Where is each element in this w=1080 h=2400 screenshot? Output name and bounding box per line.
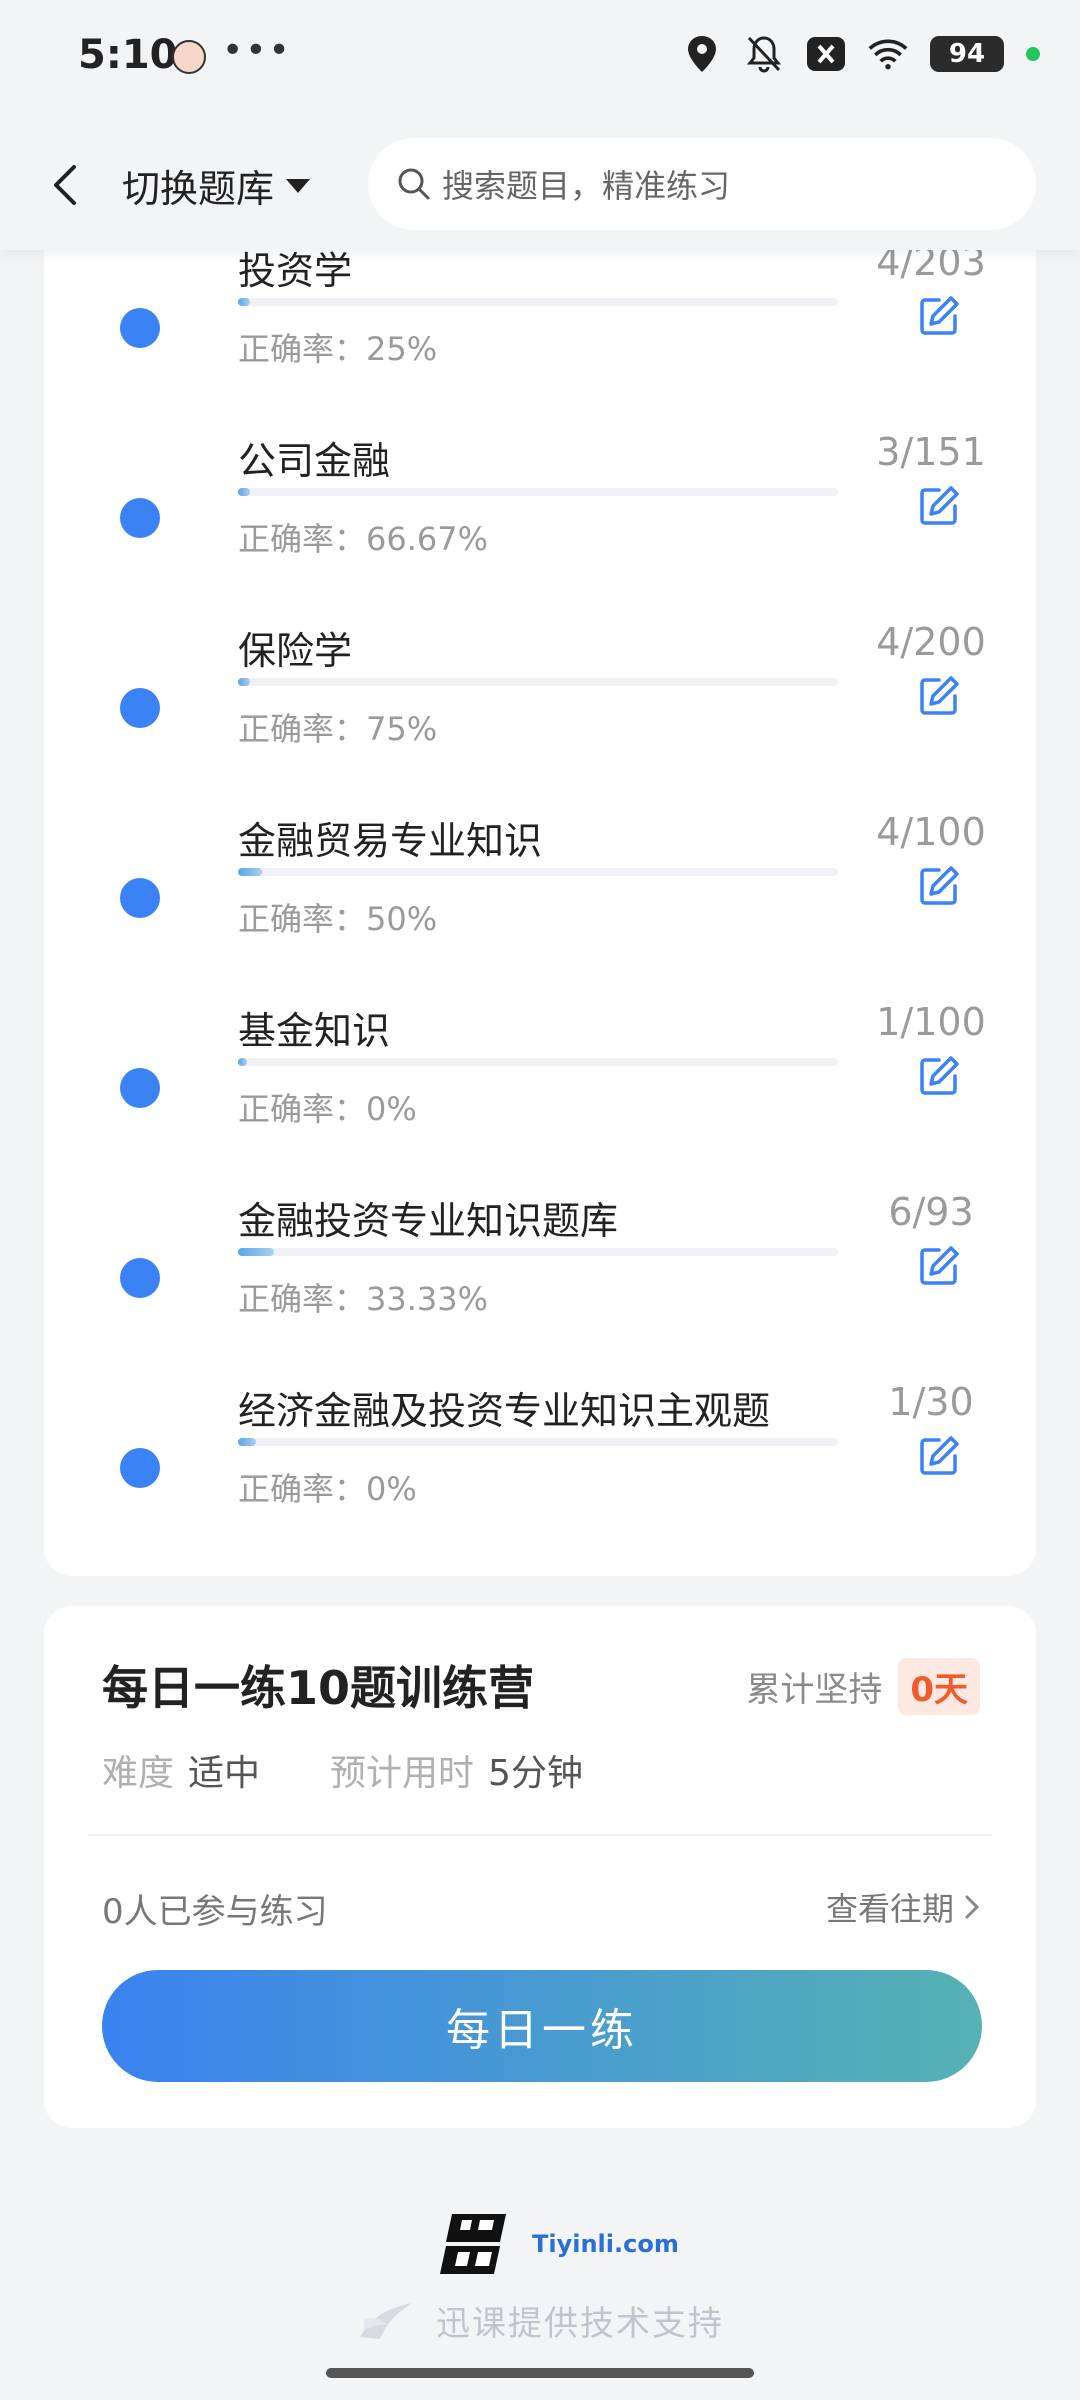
subject-row[interactable]: 保险学 正确率：75% 4/200 [44,620,1036,810]
edit-icon[interactable] [917,864,961,908]
progress-fill [238,1248,274,1256]
chevron-left-icon [54,165,76,205]
progress-fill [238,678,250,686]
subject-bullet [120,1068,160,1108]
subject-row[interactable]: 经济金融及投资专业知识主观题 正确率：0% 1/30 [44,1380,1036,1570]
time-key: 预计用时 [330,1753,475,1794]
subject-row[interactable]: 金融投资专业知识题库 正确率：33.33% 6/93 [44,1190,1036,1380]
accuracy-text: 正确率：0% [238,1090,417,1128]
switch-bank-dropdown[interactable]: 切换题库 [122,158,311,213]
divider [88,1834,992,1836]
close-box-icon [806,34,846,74]
accuracy-text: 正确率：75% [238,710,438,748]
view-history-link[interactable]: 查看往期 [826,1884,980,1930]
daily-meta: 难度 适中 预计用时 5分钟 [102,1744,653,1796]
persist-info: 累计坚持 0天 [746,1658,980,1715]
edit-icon[interactable] [917,1434,961,1478]
progress-fill [238,1438,256,1446]
time-value: 5分钟 [488,1753,583,1794]
footer-logo: Tiyinli.com [440,2208,679,2280]
difficulty-key: 难度 [102,1753,175,1794]
daily-title: 每日一练10题训练营 [102,1661,535,1715]
edit-icon[interactable] [917,484,961,528]
progress-track [238,1058,838,1066]
daily-practice-card: 每日一练10题训练营 累计坚持 0天 难度 适中 预计用时 5分钟 0人已参与练… [44,1606,1036,2128]
accuracy-text: 正确率：25% [238,330,438,368]
more-notifications-icon: ••• [222,30,292,71]
progress-fill [238,868,262,876]
subject-bullet [120,1448,160,1488]
accuracy-text: 正确率：33.33% [238,1280,489,1318]
subject-row[interactable]: 公司金融 正确率：66.67% 3/151 [44,430,1036,620]
switch-bank-label: 切换题库 [122,167,275,211]
top-bar: 切换题库 搜索题目，精准练习 [0,120,1080,250]
progress-track [238,868,838,876]
accuracy-text: 正确率：50% [238,900,438,938]
subject-title: 经济金融及投资专业知识主观题 [238,1389,771,1433]
subject-title: 金融投资专业知识题库 [238,1199,619,1243]
tiyinli-logo [440,2208,518,2280]
progress-track [238,298,838,306]
search-placeholder: 搜索题目，精准练习 [442,167,731,205]
subject-bullet [120,878,160,918]
history-label: 查看往期 [825,1890,954,1928]
subject-title: 金融贸易专业知识 [238,819,543,863]
xunke-logo-icon [360,2302,412,2339]
subject-title: 保险学 [238,629,353,673]
subject-title: 公司金融 [238,439,391,483]
subject-bullet [120,498,160,538]
persist-days-badge: 0天 [898,1658,980,1715]
subject-title: 基金知识 [238,1009,391,1053]
difficulty-value: 适中 [188,1753,261,1794]
mute-bell-icon [744,34,784,74]
subject-list-card: 投资学 正确率：25% 4/203 公司金融 正确率：66.67% 3/151 … [44,120,1036,1576]
location-icon [682,34,722,74]
subject-row[interactable]: 投资学 正确率：25% 4/203 [44,240,1036,430]
progress-count: 6/93 [888,1190,974,1234]
search-input[interactable]: 搜索题目，精准练习 [368,138,1036,230]
wifi-icon [868,34,908,74]
active-indicator-dot [1026,47,1040,61]
site-name: Tiyinli.com [532,2230,679,2258]
subject-bullet [120,308,160,348]
subject-row[interactable]: 金融贸易专业知识 正确率：50% 4/100 [44,810,1036,1000]
subject-row[interactable]: 基金知识 正确率：0% 1/100 [44,1000,1036,1190]
status-time: 5:10 [78,32,178,78]
persist-label: 累计坚持 [746,1670,883,1710]
back-button[interactable] [40,160,90,210]
status-icons: 94 [682,34,1040,74]
progress-count: 4/200 [876,620,986,664]
progress-count: 3/151 [876,430,986,474]
edit-icon[interactable] [917,1244,961,1288]
status-bar: 5:10 ••• 94 [0,0,1080,120]
avatar-icon [172,40,206,74]
edit-icon[interactable] [917,1054,961,1098]
progress-count: 1/30 [888,1380,974,1424]
subject-bullet [120,688,160,728]
edit-icon[interactable] [917,674,961,718]
daily-practice-button[interactable]: 每日一练 [102,1970,982,2082]
progress-fill [238,298,250,306]
accuracy-text: 正确率：66.67% [238,520,489,558]
footer-support: 迅课提供技术支持 [356,2296,724,2345]
participants-text: 0人已参与练习 [102,1892,328,1932]
chevron-right-icon [965,1895,980,1919]
progress-fill [238,488,250,496]
progress-count: 1/100 [876,1000,986,1044]
progress-track [238,678,838,686]
progress-track [238,488,838,496]
progress-track [238,1438,838,1446]
search-icon [398,168,430,200]
battery-icon: 94 [930,36,1004,72]
home-indicator[interactable] [326,2368,754,2378]
progress-fill [238,1058,247,1066]
progress-count: 4/100 [876,810,986,854]
progress-track [238,1248,838,1256]
edit-icon[interactable] [917,294,961,338]
accuracy-text: 正确率：0% [238,1470,417,1508]
subject-bullet [120,1258,160,1298]
support-text: 迅课提供技术支持 [436,2304,724,2344]
caret-down-icon [286,178,311,193]
